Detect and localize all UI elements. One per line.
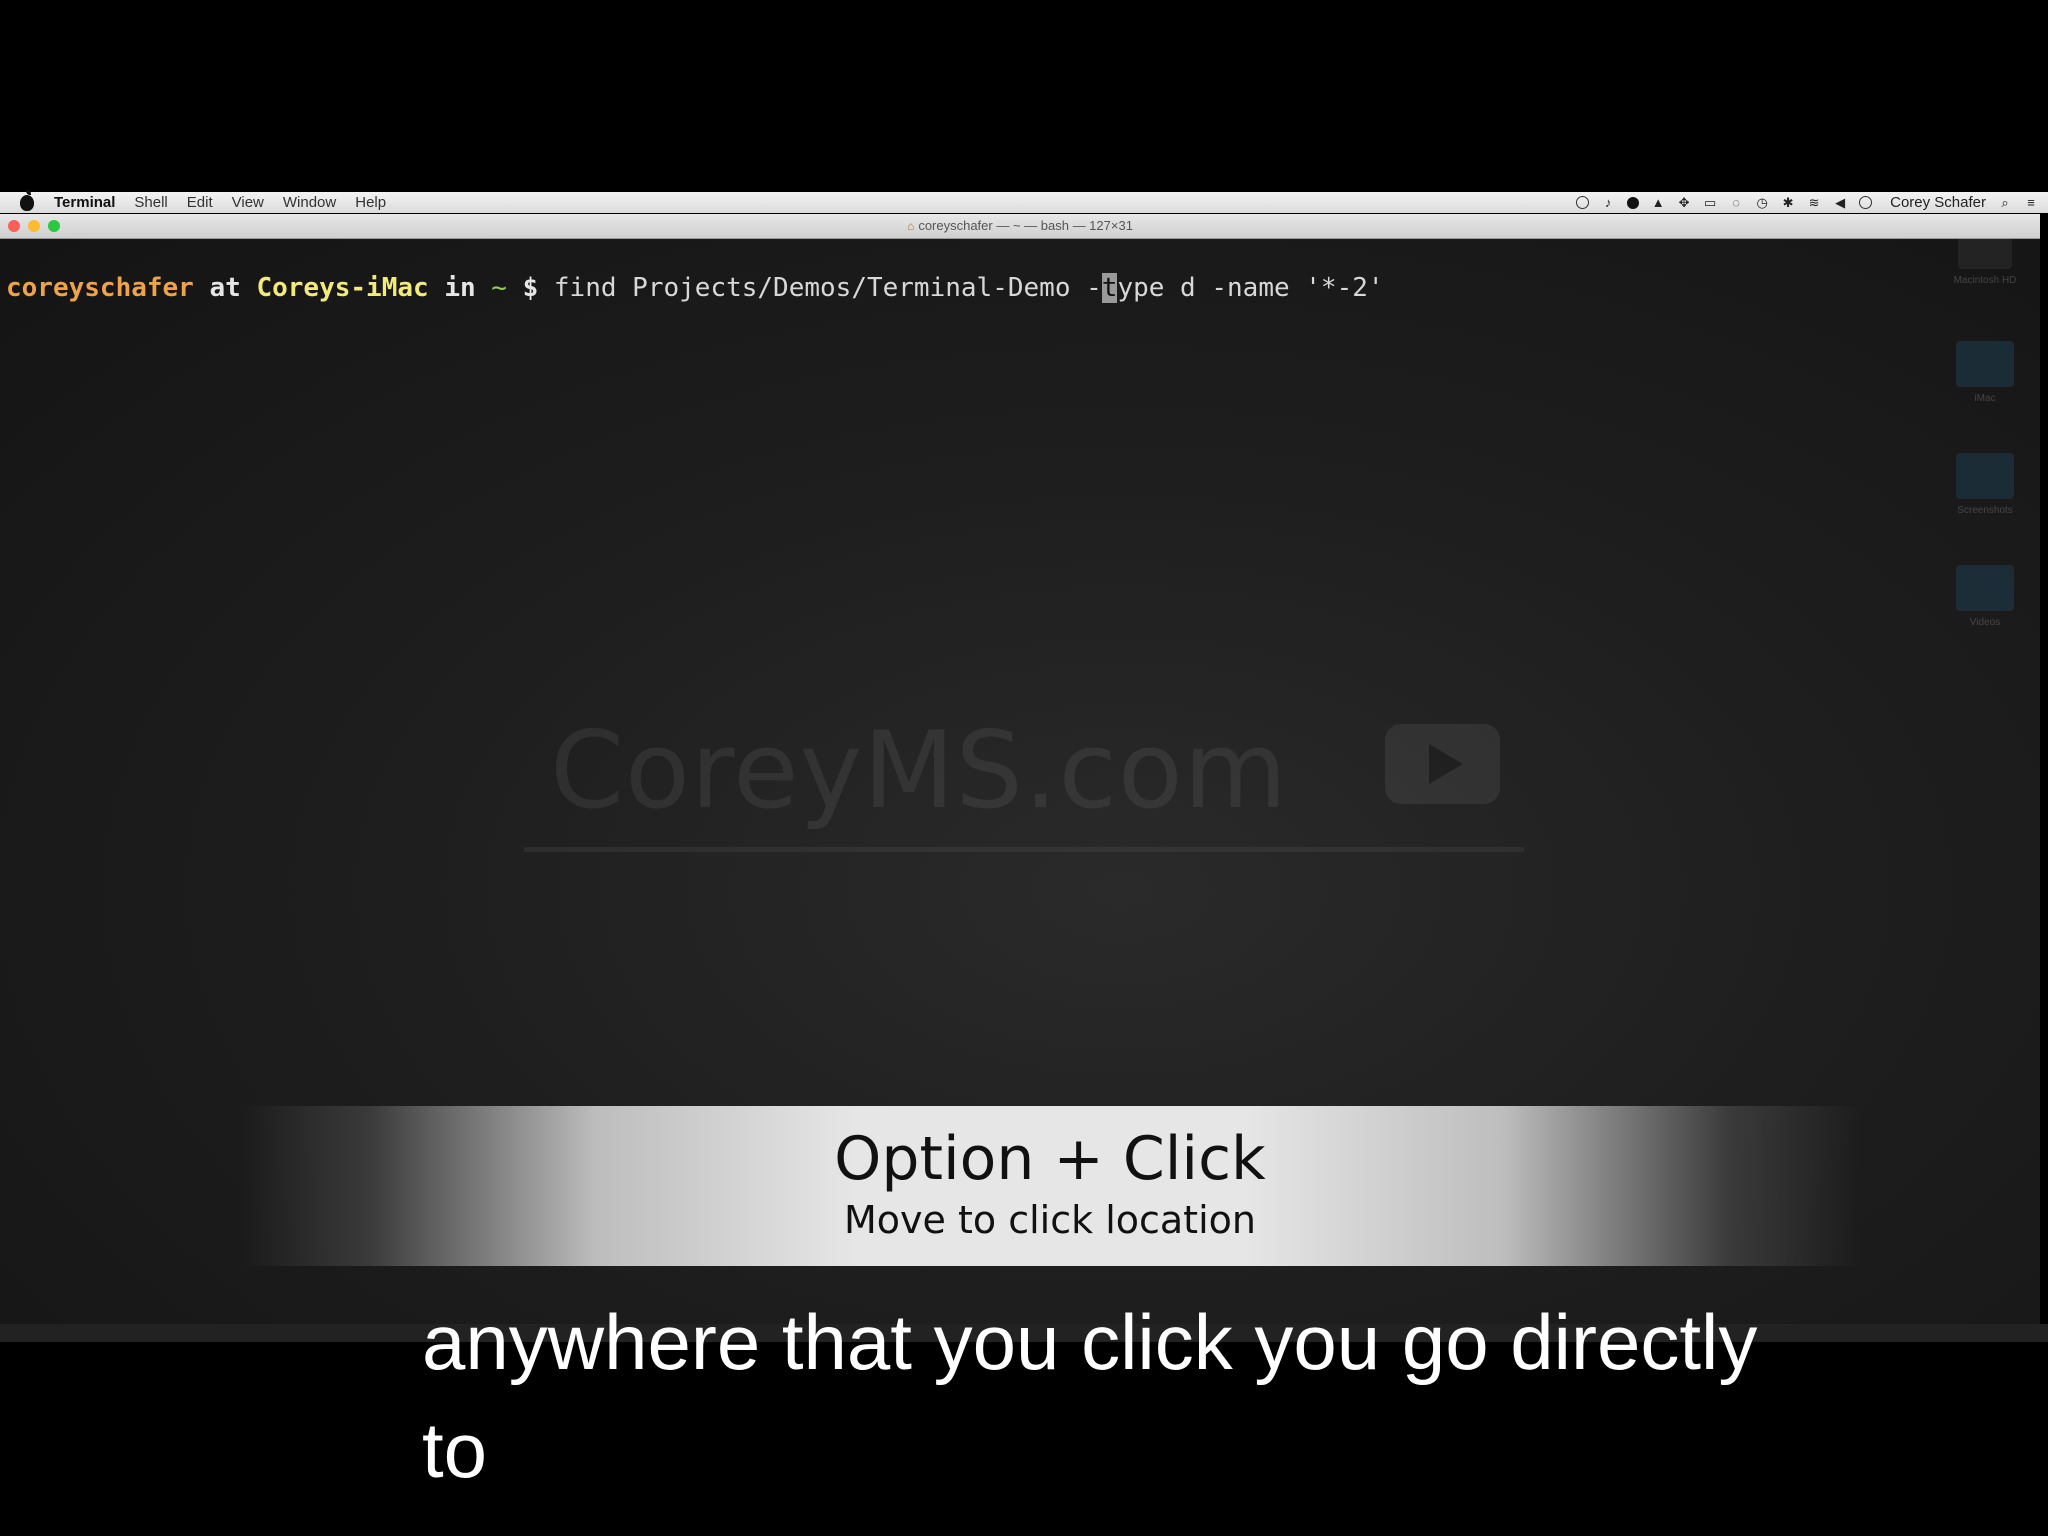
window-title: ⌂ coreyschafer — ~ — bash — 127×31 (0, 218, 2040, 233)
window-title-text: coreyschafer — ~ — bash — 127×31 (918, 218, 1133, 233)
folder-icon (1956, 453, 2014, 499)
toggle-icon[interactable]: ◌ (1729, 195, 1743, 210)
caption-line-1: anywhere that you click you go directly (422, 1298, 1758, 1386)
prompt-host: Coreys-iMac (256, 273, 429, 303)
hard-drive-icon (1958, 239, 2012, 269)
desktop-label: iMac (1974, 393, 1996, 404)
prompt-at: at (209, 273, 241, 303)
record-icon[interactable] (1576, 196, 1590, 209)
command-text-after-cursor: ype d -name '*-2' (1117, 273, 1384, 303)
folder-icon (1956, 565, 2014, 611)
menu-shell[interactable]: Shell (134, 194, 167, 211)
desktop-label: Videos (1969, 617, 2001, 628)
watermark-divider (524, 847, 1524, 852)
prompt-in: in (444, 273, 476, 303)
banner-subtitle: Move to click location (844, 1198, 1256, 1242)
caption-line-2: to (422, 1406, 488, 1494)
desktop-item-screenshots[interactable]: Screenshots (1950, 453, 2020, 516)
wifi-icon[interactable]: ≋ (1807, 195, 1821, 210)
search-icon[interactable]: ⌕ (1998, 195, 2012, 210)
desktop-label: Screenshots (1957, 505, 2013, 516)
chat-icon[interactable] (1627, 196, 1640, 209)
desktop-item-imac[interactable]: iMac (1950, 341, 2020, 404)
drive-icon[interactable]: ▲ (1651, 195, 1665, 210)
apple-icon[interactable] (20, 189, 34, 211)
bluetooth-icon[interactable]: ✱ (1781, 195, 1795, 210)
status-area: ♪ ▲ ✥ ▭ ◌ ◷ ✱ ≋ ◀ Corey Schafer ⌕ ≡ (1576, 192, 2038, 213)
prompt-symbol: $ (522, 273, 539, 303)
command-text-before-cursor: find Projects/Demos/Terminal-Demo - (553, 273, 1102, 303)
desktop-label: Macintosh HD (1953, 275, 2017, 286)
dropbox-icon[interactable]: ✥ (1677, 195, 1691, 210)
play-icon[interactable] (1859, 196, 1873, 209)
bell-icon[interactable]: ♪ (1601, 195, 1615, 210)
command-line[interactable]: coreyschafer at Coreys-iMac in ~ $ find … (6, 273, 1384, 303)
menu-help[interactable]: Help (355, 194, 386, 211)
desktop-item-macintosh-hd[interactable]: Macintosh HD (1950, 239, 2020, 286)
youtube-play-icon (1385, 724, 1500, 804)
menu-window[interactable]: Window (283, 194, 336, 211)
menu-view[interactable]: View (232, 194, 264, 211)
airplay-icon[interactable]: ▭ (1703, 195, 1717, 210)
text-cursor: t (1101, 273, 1118, 303)
menu-edit[interactable]: Edit (187, 194, 213, 211)
list-icon[interactable]: ≡ (2024, 195, 2038, 210)
video-caption: anywhere that you click you go directly … (422, 1288, 2022, 1504)
desktop-item-videos[interactable]: Videos (1950, 565, 2020, 628)
window-titlebar[interactable]: ⌂ coreyschafer — ~ — bash — 127×31 (0, 214, 2040, 239)
folder-icon (1956, 341, 2014, 387)
menu-terminal[interactable]: Terminal (54, 194, 115, 211)
time-machine-icon[interactable]: ◷ (1755, 195, 1769, 210)
menu-bar: Terminal Shell Edit View Window Help ♪ ▲… (0, 189, 2048, 213)
shortcut-banner: Option + Click Move to click location (240, 1106, 1860, 1266)
banner-title: Option + Click (834, 1124, 1266, 1194)
watermark-text: CoreyMS.com (550, 709, 1288, 832)
prompt-user: coreyschafer (6, 273, 194, 303)
user-name[interactable]: Corey Schafer (1890, 194, 1986, 211)
home-icon: ⌂ (907, 219, 915, 233)
prompt-dir: ~ (491, 273, 507, 303)
volume-icon[interactable]: ◀ (1833, 195, 1847, 210)
